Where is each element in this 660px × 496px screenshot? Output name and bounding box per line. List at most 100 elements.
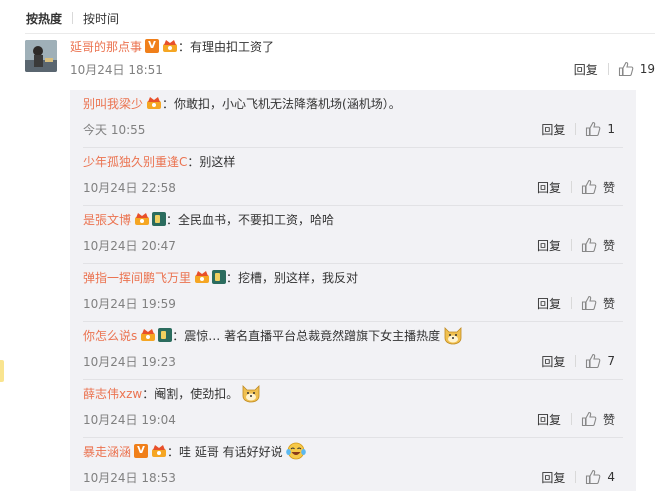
like-button[interactable]: 赞 xyxy=(581,411,615,428)
reply-button[interactable]: 回复 xyxy=(541,469,565,486)
action-divider xyxy=(570,239,572,251)
like-button[interactable]: 7 xyxy=(585,353,615,369)
reply-line: 少年孤独久别重逢C ：别这样 xyxy=(83,152,623,170)
reply-actions: 回复 赞 xyxy=(537,410,615,428)
like-button[interactable]: 4 xyxy=(585,469,615,485)
action-divider xyxy=(575,471,577,483)
timestamp: 10月24日 19:23 xyxy=(83,354,176,369)
action-divider xyxy=(575,123,577,135)
timestamp: 10月24日 18:53 xyxy=(83,470,176,485)
username-link[interactable]: 暴走涵涵 xyxy=(83,443,131,460)
like-button[interactable]: 赞 xyxy=(581,179,615,196)
laugh-cry-emoji-icon xyxy=(285,442,306,460)
crown-icon xyxy=(194,270,210,284)
reply-line: 别叫我梁少 ：你敢扣，小心飞机无法降落机场(涵机场）。 xyxy=(83,94,623,112)
thumbs-up-icon xyxy=(581,237,597,253)
reply-button[interactable]: 回复 xyxy=(537,411,561,428)
like-button[interactable]: 赞 xyxy=(581,295,615,312)
reply-button[interactable]: 回复 xyxy=(537,179,561,196)
main-comment: 延哥的那点事 V ：有理由扣工资了 10月24日 18:51 回复 19 xyxy=(25,37,655,85)
reply-button[interactable]: 回复 xyxy=(541,353,565,370)
reply-meta: 10月24日 22:58 回复 赞 xyxy=(83,178,623,196)
reply-line: 暴走涵涵 V ：哇 延哥 有话好好说 xyxy=(83,442,623,460)
thumbs-up-icon xyxy=(581,411,597,427)
username-link[interactable]: 少年孤独久别重逢C xyxy=(83,153,187,170)
like-count: 1 xyxy=(607,122,615,136)
like-button[interactable]: 赞 xyxy=(581,237,615,254)
reply-button[interactable]: 回复 xyxy=(537,237,561,254)
action-divider xyxy=(607,63,609,75)
reply-item: 暴走涵涵 V ：哇 延哥 有话好好说 10月24日 18:53 回复 4 xyxy=(70,438,636,496)
verified-v-icon: V xyxy=(145,39,160,53)
reply-line: 你怎么说s ：震惊… 著名直播平台总裁竟然蹭旗下女主播热度 xyxy=(83,326,623,345)
member-card-icon xyxy=(158,328,173,342)
reply-item: 弹指一挥间鹏飞万里 ：挖槽，别这样，我反对 10月24日 19:59 回复 赞 xyxy=(70,264,636,322)
reply-actions: 回复 赞 xyxy=(537,294,615,312)
comment-body: 延哥的那点事 V ：有理由扣工资了 10月24日 18:51 回复 19 xyxy=(70,37,655,78)
reply-actions: 回复 4 xyxy=(541,468,615,486)
crown-icon xyxy=(134,212,150,226)
timestamp: 10月24日 19:04 xyxy=(83,412,176,427)
reply-button[interactable]: 回复 xyxy=(537,295,561,312)
sort-by-time-tab[interactable]: 按时间 xyxy=(83,10,119,27)
crown-icon xyxy=(140,328,156,342)
doge-emoji-icon xyxy=(444,327,462,345)
timestamp: 10月24日 20:47 xyxy=(83,238,176,253)
member-card-icon xyxy=(212,270,227,284)
timestamp: 10月24日 22:58 xyxy=(83,180,176,195)
reply-item: 薛志伟xzw ：阉割，使劲扣。 10月24日 19:04 回复 赞 xyxy=(70,380,636,438)
username-link[interactable]: 是張文博 xyxy=(83,211,131,228)
comment-meta: 10月24日 18:51 回复 19 xyxy=(70,60,655,78)
like-count: 赞 xyxy=(602,180,615,195)
reply-button[interactable]: 回复 xyxy=(541,121,565,138)
reply-actions: 回复 7 xyxy=(541,352,615,370)
thumbs-up-icon xyxy=(586,121,601,137)
verified-v-icon: V xyxy=(134,444,149,458)
crown-icon xyxy=(146,96,162,110)
sort-tabs: 按热度 按时间 xyxy=(26,9,119,27)
doge-emoji-icon xyxy=(242,385,260,403)
reply-line: 弹指一挥间鹏飞万里 ：挖槽，别这样，我反对 xyxy=(83,268,623,286)
reply-text: ：震惊… 著名直播平台总裁竟然蹭旗下女主播热度 xyxy=(172,328,441,343)
like-count: 4 xyxy=(607,470,615,484)
like-button[interactable]: 1 xyxy=(585,121,615,137)
action-divider xyxy=(570,181,572,193)
reply-button[interactable]: 回复 xyxy=(574,61,598,78)
username-link[interactable]: 延哥的那点事 xyxy=(70,38,142,55)
timestamp: 10月24日 19:59 xyxy=(83,296,176,311)
comment-text: ：有理由扣工资了 xyxy=(178,39,275,54)
avatar[interactable] xyxy=(25,40,57,72)
reply-text: ：你敢扣，小心飞机无法降落机场(涵机场）。 xyxy=(162,96,401,111)
reply-meta: 10月24日 18:53 回复 4 xyxy=(83,468,623,486)
reply-actions: 回复 赞 xyxy=(537,178,615,196)
reply-meta: 10月24日 20:47 回复 赞 xyxy=(83,236,623,254)
crown-icon xyxy=(162,39,178,53)
like-count: 7 xyxy=(607,354,615,368)
reply-item: 是張文博 ：全民血书，不要扣工资，哈哈 10月24日 20:47 回复 赞 xyxy=(70,206,636,264)
username-link[interactable]: 你怎么说s xyxy=(83,327,137,344)
replies-panel: 别叫我梁少 ：你敢扣，小心飞机无法降落机场(涵机场）。 今天 10:55 回复 … xyxy=(70,90,636,491)
edge-decoration xyxy=(0,360,4,382)
like-button[interactable]: 19 xyxy=(618,61,655,77)
username-link[interactable]: 弹指一挥间鹏飞万里 xyxy=(83,269,191,286)
member-card-icon xyxy=(152,212,167,226)
divider xyxy=(25,33,655,34)
reply-actions: 回复 1 xyxy=(541,120,615,138)
username-link[interactable]: 薛志伟xzw xyxy=(83,385,142,402)
sort-by-hot-tab[interactable]: 按热度 xyxy=(26,10,62,27)
comment-actions: 回复 19 xyxy=(574,60,655,78)
timestamp: 10月24日 18:51 xyxy=(70,62,163,77)
reply-meta: 10月24日 19:59 回复 赞 xyxy=(83,294,623,312)
action-divider xyxy=(575,355,577,367)
reply-text: ：全民血书，不要扣工资，哈哈 xyxy=(166,212,335,227)
username-link[interactable]: 别叫我梁少 xyxy=(83,95,143,112)
reply-meta: 10月24日 19:23 回复 7 xyxy=(83,352,623,370)
reply-item: 你怎么说s ：震惊… 著名直播平台总裁竟然蹭旗下女主播热度 10月24日 19:… xyxy=(70,322,636,380)
reply-text: ：哇 延哥 有话好好说 xyxy=(167,444,283,459)
reply-line: 薛志伟xzw ：阉割，使劲扣。 xyxy=(83,384,623,403)
reply-meta: 10月24日 19:04 回复 赞 xyxy=(83,410,623,428)
crown-icon xyxy=(151,444,167,458)
tab-divider xyxy=(72,12,74,24)
reply-text: ：阉割，使劲扣。 xyxy=(142,386,239,401)
thumbs-up-icon xyxy=(586,353,601,369)
